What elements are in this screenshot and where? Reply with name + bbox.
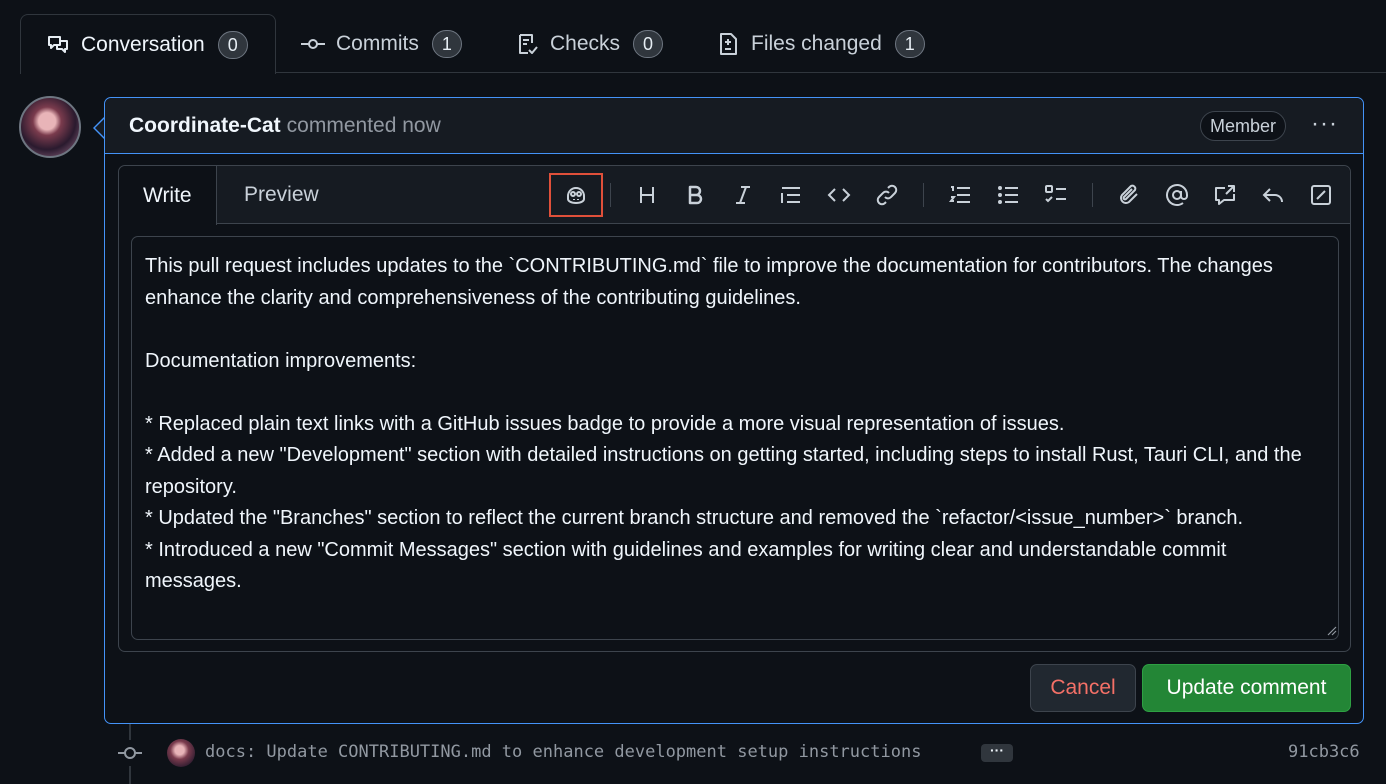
author-avatar[interactable]	[19, 96, 81, 158]
tab-label: Checks	[550, 31, 621, 55]
tab-label: Conversation	[81, 32, 205, 56]
tab-label: Files changed	[751, 31, 882, 55]
tab-counter: 0	[217, 30, 248, 59]
toolbar-divider	[923, 183, 924, 207]
author-link[interactable]: Coordinate-Cat	[129, 114, 281, 138]
cancel-button[interactable]: Cancel	[1030, 664, 1136, 712]
update-comment-button[interactable]: Update comment	[1142, 664, 1351, 712]
file-diff-icon	[715, 31, 741, 57]
fullscreen-icon[interactable]	[1301, 175, 1341, 215]
comment-discussion-icon	[45, 32, 71, 58]
tab-commits[interactable]: Commits 1	[300, 14, 462, 73]
toolbar-divider	[610, 183, 611, 207]
tab-label: Commits	[336, 31, 419, 55]
git-commit-icon	[117, 740, 143, 766]
comment-timestamp[interactable]: commented now	[287, 114, 441, 138]
commit-author-avatar[interactable]	[167, 739, 195, 767]
link-icon[interactable]	[867, 175, 907, 215]
bold-icon[interactable]	[675, 175, 715, 215]
tab-conversation[interactable]: Conversation 0	[20, 14, 276, 74]
pr-tab-bar: Conversation 0 Commits 1 Checks 0 Files …	[0, 0, 1386, 74]
tab-write[interactable]: Write	[119, 166, 217, 225]
code-icon[interactable]	[819, 175, 859, 215]
markdown-editor: Write Preview This pull request includes…	[118, 165, 1351, 652]
checklist-icon	[514, 31, 540, 57]
reference-icon[interactable]	[1205, 175, 1245, 215]
heading-icon[interactable]	[627, 175, 667, 215]
quote-icon[interactable]	[771, 175, 811, 215]
comment-menu-button[interactable]: ···	[1311, 110, 1338, 138]
tab-counter: 1	[894, 29, 925, 58]
undo-icon[interactable]	[1253, 175, 1293, 215]
member-badge: Member	[1200, 111, 1287, 141]
ordered-list-icon[interactable]	[940, 175, 980, 215]
resize-handle-icon[interactable]	[1325, 624, 1337, 636]
mention-icon[interactable]	[1157, 175, 1197, 215]
unordered-list-icon[interactable]	[988, 175, 1028, 215]
git-commit-icon	[300, 31, 326, 57]
toolbar-divider	[1092, 183, 1093, 207]
tab-counter: 0	[633, 29, 664, 58]
attach-icon[interactable]	[1109, 175, 1149, 215]
comment-textarea[interactable]: This pull request includes updates to th…	[131, 236, 1339, 640]
tab-preview[interactable]: Preview	[220, 166, 343, 224]
comment-box: Coordinate-Cat commented now Member ··· …	[104, 97, 1364, 724]
tab-checks[interactable]: Checks 0	[514, 14, 664, 73]
tab-files-changed[interactable]: Files changed 1	[715, 14, 925, 73]
italic-icon[interactable]	[723, 175, 763, 215]
comment-header: Coordinate-Cat commented now Member ···	[105, 98, 1363, 154]
expand-commit-button[interactable]: ···	[981, 743, 1013, 762]
copilot-icon[interactable]	[556, 175, 596, 215]
editor-toolbar: Write Preview	[119, 166, 1350, 225]
tab-counter: 1	[431, 29, 462, 58]
task-list-icon[interactable]	[1036, 175, 1076, 215]
commit-sha-link[interactable]: 91cb3c6	[1288, 742, 1360, 762]
commit-message-link[interactable]: docs: Update CONTRIBUTING.md to enhance …	[205, 742, 967, 762]
